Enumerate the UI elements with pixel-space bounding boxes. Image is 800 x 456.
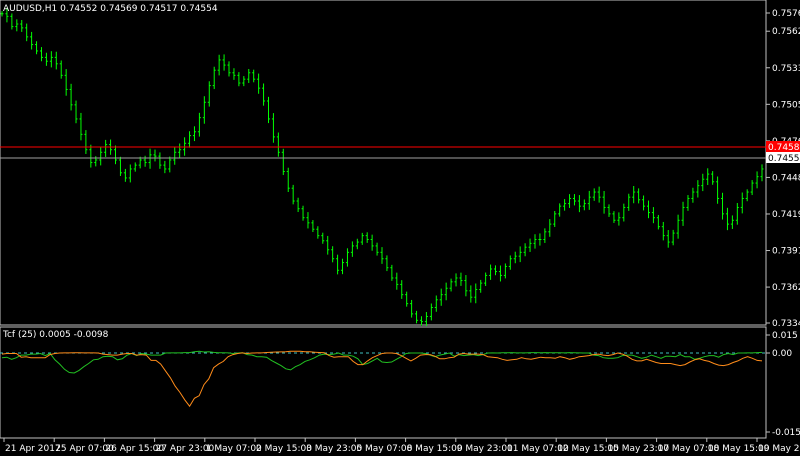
time-tick-label: 1 May 07:00 <box>206 444 262 454</box>
time-tick-label: 5 May 07:00 <box>356 444 412 454</box>
time-tick-label: 21 Apr 2017 <box>5 444 61 454</box>
time-tick-label: 2 May 15:00 <box>256 444 312 454</box>
price-tick-label: 0.75339 <box>772 64 800 74</box>
price-tick-label: 0.73349 <box>772 319 800 329</box>
chart-header-text: AUDUSD,H1 0.74552 0.74569 0.74517 0.7455… <box>3 4 218 14</box>
time-tick-label: 8 May 15:00 <box>407 444 463 454</box>
time-tick-label: 9 May 23:00 <box>457 444 513 454</box>
indicator-tick-label: -0.015 <box>772 428 800 438</box>
indicator-tick-label: 0.015 <box>772 331 798 341</box>
indicator-header-text: Tcf (25) 0.0005 -0.0098 <box>2 330 109 340</box>
chart-background <box>0 0 800 456</box>
price-tick-label: 0.73629 <box>772 283 800 293</box>
current-price-label: 0.74554 <box>768 154 800 164</box>
time-tick-label: 3 May 23:00 <box>306 444 362 454</box>
price-tick-label: 0.74199 <box>772 210 800 220</box>
time-tick-label: 19 May 23:00 <box>758 444 800 454</box>
chart-window: AUDUSD,H1 0.74552 0.74569 0.74517 0.7455… <box>0 0 800 456</box>
indicator-tick-label: 0.00 <box>772 349 792 359</box>
price-tick-label: 0.73914 <box>772 247 800 257</box>
price-tick-label: 0.75766 <box>772 9 800 19</box>
red-line-price-label: 0.74587 <box>768 143 800 153</box>
price-tick-label: 0.74484 <box>772 173 800 183</box>
price-tick-label: 0.75054 <box>772 100 800 110</box>
price-tick-label: 0.75624 <box>772 27 800 37</box>
